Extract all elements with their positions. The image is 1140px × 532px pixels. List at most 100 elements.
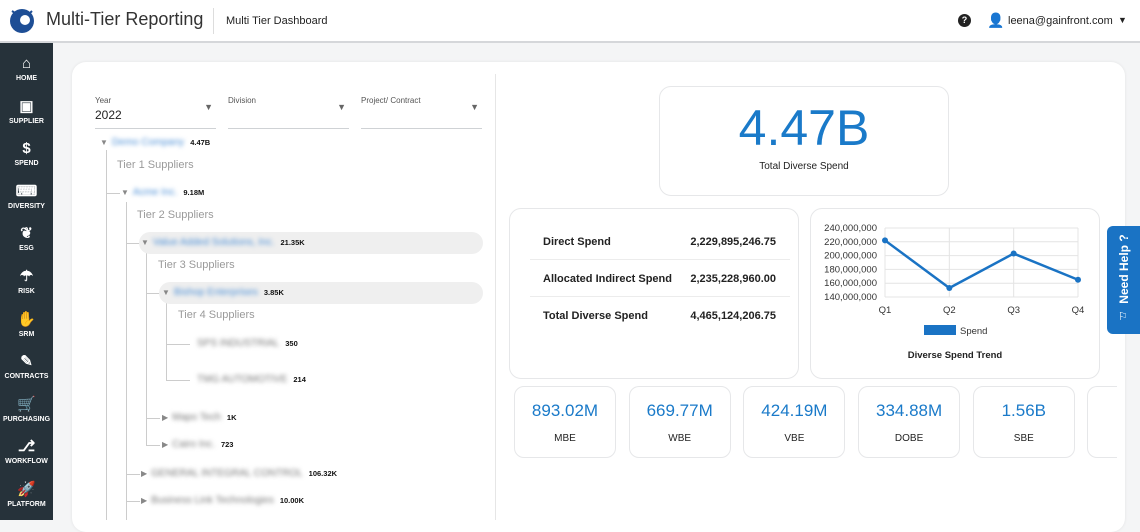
chart-title: Diverse Spend Trend	[908, 350, 1003, 361]
y-tick-label: 160,000,000	[824, 278, 877, 289]
supplier-name[interactable]: TMG AUTOMOTIVE	[197, 374, 287, 385]
risk-icon: ☂	[19, 268, 34, 285]
sidebar-item-platform[interactable]: 🚀 PLATFORM	[0, 477, 53, 519]
tree-node[interactable]: SPS INDUSTRIAL 350	[197, 337, 298, 351]
spend-trend-chart: 240,000,000 220,000,000 200,000,000 180,000…	[824, 223, 1085, 361]
sidebar-item-label: HOME	[16, 75, 37, 82]
tree-node[interactable]: ▼ Acme Inc. 9.18M	[121, 186, 204, 200]
series-line	[884, 239, 1079, 290]
tree-line	[126, 474, 140, 475]
spend-breakdown-card: Direct Spend 2,229,895,246.75 Allocated I…	[509, 208, 799, 379]
metric-value: 424.19M	[761, 401, 828, 420]
sidebar-item-label: SRM	[18, 330, 35, 338]
expand-icon[interactable]: ▶	[162, 440, 168, 449]
tree-node[interactable]: ▶ Cairo Inc. 723	[162, 438, 233, 452]
supplier-name[interactable]: Mapo Tech	[172, 412, 221, 423]
sidebar-item-label: ESG	[19, 245, 34, 253]
metric-card-mbe[interactable]: 893.02M MBE	[514, 386, 616, 458]
supplier-spend: 10.00K	[279, 496, 305, 505]
sidebar-item-risk[interactable]: ☂ RISK	[0, 264, 53, 306]
x-tick-label: Q4	[1072, 305, 1085, 316]
tier-label: Tier 4 Suppliers	[178, 309, 255, 321]
platform-icon: 🚀	[17, 481, 36, 498]
user-email[interactable]: leena@gainfront.com	[1008, 15, 1113, 27]
collapse-icon[interactable]: ▼	[162, 288, 170, 297]
supplier-name[interactable]: Acme Inc.	[133, 187, 177, 198]
year-select[interactable]: Year 2022 ▼	[95, 94, 216, 129]
tree-node[interactable]: ▶ Business Link Technologies 10.00K	[141, 494, 304, 508]
tree-node[interactable]: ▼ Value Added Solutions, Inc. 21.35K	[141, 236, 305, 250]
supplier-spend: 4.47B	[190, 138, 211, 147]
sidebar-item-label: PURCHASING	[2, 415, 51, 423]
chevron-down-icon[interactable]: ▼	[1118, 15, 1127, 25]
workflow-icon: ⎇	[17, 438, 36, 456]
sidebar-item-label: RISK	[18, 288, 35, 295]
metric-value: 1.56B	[1001, 401, 1047, 420]
sidebar-item-spend[interactable]: $ SPEND	[0, 136, 53, 178]
supplier-icon: ▣	[19, 97, 34, 115]
sidebar-item-purchasing[interactable]: 🛒 PURCHASING	[0, 392, 53, 434]
tree-node[interactable]: ▶ GENERAL INTEGRAL CONTROL 106.32K	[141, 467, 337, 481]
expand-icon[interactable]: ▶	[162, 413, 168, 422]
y-tick-label: 140,000,000	[824, 292, 877, 303]
metric-card-dobe[interactable]: 334.88M DOBE	[858, 386, 961, 458]
supplier-spend: 214	[293, 375, 306, 384]
division-select[interactable]: Division ▼	[228, 94, 349, 129]
project-select[interactable]: Project/ Contract ▼	[361, 94, 482, 129]
sidebar-item-esg[interactable]: ❦ ESG	[0, 221, 53, 263]
supplier-name[interactable]: Business Link Technologies	[151, 495, 274, 506]
supplier-name[interactable]: Demo Company	[112, 137, 184, 148]
tier-label: Tier 2 Suppliers	[137, 209, 214, 221]
spend-row: Total Diverse Spend 4,465,124,206.75	[530, 298, 790, 334]
collapse-icon[interactable]: ▼	[100, 138, 108, 147]
need-help-label: Need Help ?	[1117, 234, 1131, 304]
supplier-name[interactable]: GENERAL INTEGRAL CONTROL	[151, 468, 303, 479]
tree-node[interactable]: TMG AUTOMOTIVE 214	[197, 373, 306, 387]
supplier-name[interactable]: SPS INDUSTRIAL	[197, 338, 279, 349]
sidebar-item-label: PLATFORM	[7, 501, 46, 508]
legend-label: Spend	[960, 326, 987, 337]
expand-icon[interactable]: ▶	[141, 496, 147, 505]
spend-row: Allocated Indirect Spend 2,235,228,960.00	[530, 261, 790, 297]
total-spend-value: 4.47B	[738, 100, 870, 156]
sidebar-item-home[interactable]: ⌂ HOME	[0, 51, 53, 93]
supplier-spend: 1K	[226, 413, 237, 422]
data-point	[882, 237, 888, 244]
panel-divider	[495, 74, 496, 520]
supplier-name[interactable]: Cairo Inc.	[172, 439, 215, 450]
metric-card-vbe[interactable]: 424.19M VBE	[743, 386, 846, 458]
tree-line	[166, 380, 190, 381]
supplier-spend: 350	[285, 339, 298, 348]
supplier-spend: 9.18M	[183, 188, 205, 197]
supplier-spend: 723	[220, 440, 234, 449]
page-title: Multi Tier Dashboard	[226, 15, 328, 27]
project-label: Project/ Contract	[361, 96, 421, 105]
supplier-name[interactable]: Bishop Enterprises	[174, 287, 258, 298]
collapse-icon[interactable]: ▼	[121, 188, 129, 197]
sidebar-item-supplier[interactable]: ▣ SUPPLIER	[0, 94, 53, 136]
year-label: Year	[95, 96, 112, 105]
metric-card-sbe[interactable]: 1.56B SBE	[972, 386, 1075, 458]
tree-node[interactable]: ▶ Mapo Tech 1K	[162, 411, 237, 425]
sidebar-item-diversity[interactable]: ⌨ DIVERSITY	[0, 179, 53, 221]
data-point	[1075, 276, 1081, 283]
division-label: Division	[228, 96, 257, 105]
spend-label: Allocated Indirect Spend	[543, 273, 672, 285]
user-icon: 👤	[987, 12, 1005, 28]
metric-card-wbe[interactable]: 669.77M WBE	[628, 386, 731, 458]
sidebar-item-workflow[interactable]: ⎇ WORKFLOW	[0, 434, 53, 476]
tier-label: Tier 1 Suppliers	[117, 159, 194, 171]
spend-row: Direct Spend 2,229,895,246.75	[530, 224, 790, 260]
sidebar-item-srm[interactable]: ✋ SRM	[0, 307, 53, 349]
need-help-button[interactable]: Need Help ? ⚐	[1107, 226, 1140, 334]
sidebar-item-contracts[interactable]: ✎ CONTRACTS	[0, 349, 53, 391]
tree-node[interactable]: ▼ Bishop Enterprises 3.85K	[162, 286, 284, 300]
collapse-icon[interactable]: ▼	[141, 238, 149, 247]
tree-node[interactable]: ▼ Demo Company 4.47B	[100, 136, 210, 150]
help-icon[interactable]: ?	[958, 14, 971, 27]
spend-value: 4,465,124,206.75	[690, 310, 776, 322]
expand-icon[interactable]: ▶	[141, 469, 147, 478]
supplier-name[interactable]: Value Added Solutions, Inc.	[153, 237, 275, 248]
srm-icon: ✋	[17, 310, 36, 328]
metric-label: DOBE	[894, 433, 924, 444]
